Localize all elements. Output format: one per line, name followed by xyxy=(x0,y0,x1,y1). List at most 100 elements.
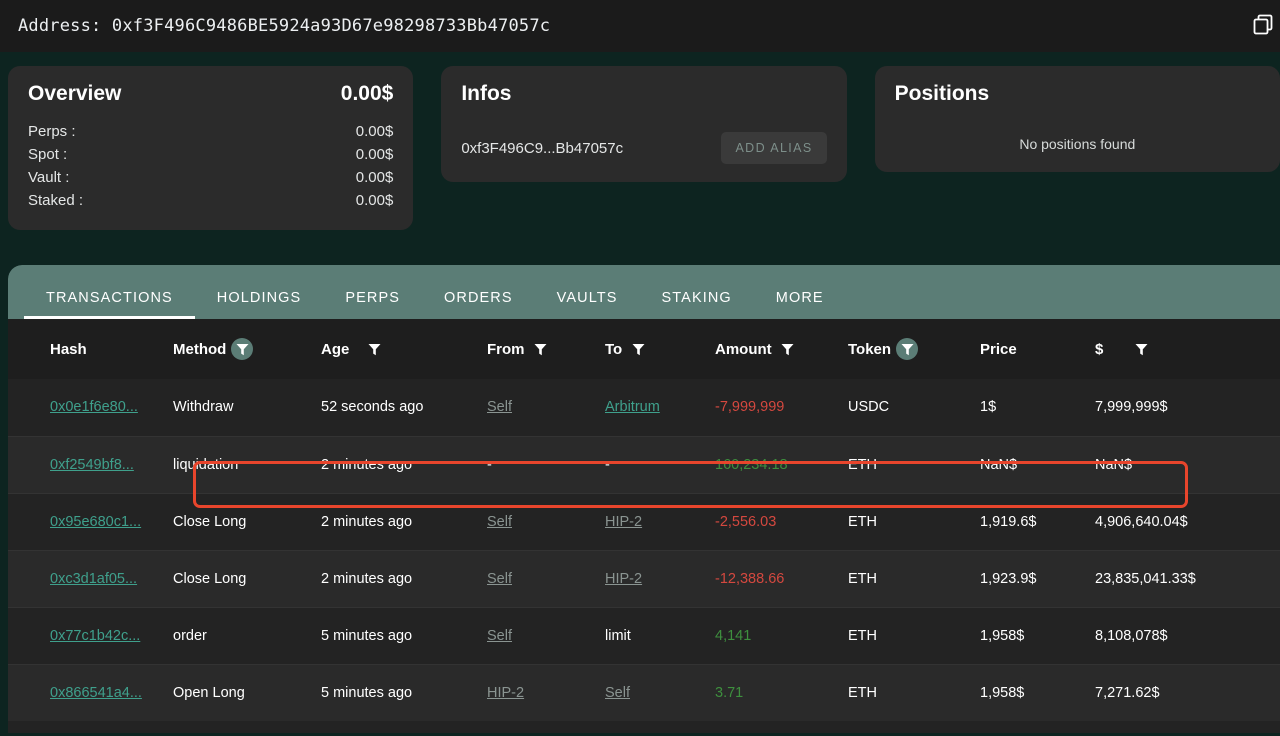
infos-address-short: 0xf3F496C9...Bb47057c xyxy=(461,139,624,157)
overview-row-spot-label: Spot : xyxy=(28,146,68,163)
cell-usd: 23,835,041.33$ xyxy=(1095,570,1196,587)
cell-to: limit xyxy=(605,627,631,644)
cell-amount: 160,234.18 xyxy=(715,456,788,473)
col-header-price-label: Price xyxy=(980,340,1017,358)
col-header-usd: $ xyxy=(1095,319,1280,379)
infos-body: 0xf3F496C9...Bb47057c ADD ALIAS xyxy=(461,132,827,164)
positions-card: Positions No positions found xyxy=(874,66,1280,172)
col-header-amount: Amount xyxy=(715,319,848,379)
col-header-token-label: Token xyxy=(848,340,892,358)
cell-to: - xyxy=(605,456,610,473)
tab-holdings[interactable]: HOLDINGS xyxy=(195,290,324,319)
table-row[interactable]: 0x0e1f6e80... Withdraw 52 seconds ago Se… xyxy=(8,379,1280,436)
tab-staking[interactable]: STAKING xyxy=(640,290,754,319)
table-head: Hash Method Age From To Amount Token Pri… xyxy=(8,319,1280,379)
cell-usd: 7,999,999$ xyxy=(1095,399,1168,416)
cell-hash-link[interactable]: 0xf2549bf8... xyxy=(50,457,134,473)
table-row[interactable]: 0xf2549bf8... liquidation 2 minutes ago … xyxy=(8,435,1280,493)
overview-row-vault: Vault : 0.00$ xyxy=(28,166,393,189)
col-header-age-label: Age xyxy=(321,340,350,358)
filter-icon-method[interactable] xyxy=(231,338,254,360)
filter-icon-from[interactable] xyxy=(530,338,552,360)
copy-icon[interactable] xyxy=(1250,11,1276,37)
overview-row-spot-value: 0.00$ xyxy=(355,146,394,163)
cell-hash-link[interactable]: 0xc3d1af05... xyxy=(50,571,137,587)
table-header-row: Hash Method Age From To Amount Token Pri… xyxy=(8,319,1280,379)
filter-icon-to[interactable] xyxy=(627,338,649,360)
cell-from[interactable]: Self xyxy=(487,514,512,530)
cell-price: 1,958$ xyxy=(980,627,1025,644)
overview-title: Overview xyxy=(28,82,122,105)
col-header-from-label: From xyxy=(487,340,525,358)
filter-icon-token[interactable] xyxy=(896,338,919,360)
overview-row-vault-value: 0.00$ xyxy=(355,169,394,186)
cell-from[interactable]: Self xyxy=(487,571,512,587)
cell-to[interactable]: Arbitrum xyxy=(605,399,660,415)
tab-vaults[interactable]: VAULTS xyxy=(535,290,640,319)
cell-token: ETH xyxy=(848,627,877,644)
col-header-from: From xyxy=(487,319,605,379)
cell-from[interactable]: Self xyxy=(487,399,512,415)
overview-row-staked: Staked : 0.00$ xyxy=(28,189,393,212)
table-row[interactable]: 0xc3d1af05... Close Long 2 minutes ago S… xyxy=(8,549,1280,607)
cell-to[interactable]: Self xyxy=(605,685,630,701)
cell-amount: -12,388.66 xyxy=(715,570,785,587)
tab-more[interactable]: MORE xyxy=(754,290,846,319)
overview-row-perps-label: Perps : xyxy=(28,123,76,140)
col-header-price: Price xyxy=(980,319,1095,379)
cell-price: 1$ xyxy=(980,399,997,416)
cell-age: 2 minutes ago xyxy=(321,456,413,473)
table-row[interactable]: 0x95e680c1... Close Long 2 minutes ago S… xyxy=(8,492,1280,550)
cell-usd: 7,271.62$ xyxy=(1095,684,1160,701)
address-label-text: Address: xyxy=(18,16,102,36)
cell-method: Close Long xyxy=(173,570,247,587)
cell-to[interactable]: HIP-2 xyxy=(605,514,642,530)
cell-hash-link[interactable]: 0x95e680c1... xyxy=(50,514,141,530)
col-header-hash-label: Hash xyxy=(50,340,87,358)
cell-token: ETH xyxy=(848,684,877,701)
col-header-amount-label: Amount xyxy=(715,340,772,358)
table-row[interactable]: 0x866541a4... Open Long 5 minutes ago HI… xyxy=(8,663,1280,721)
cell-hash-link[interactable]: 0x866541a4... xyxy=(50,685,142,701)
tab-bar: TRANSACTIONS HOLDINGS PERPS ORDERS VAULT… xyxy=(8,265,1280,319)
overview-row-perps-value: 0.00$ xyxy=(355,123,394,140)
col-header-token: Token xyxy=(848,319,980,379)
filter-icon-amount[interactable] xyxy=(777,338,799,360)
cell-token: ETH xyxy=(848,570,877,587)
address-label: Address: 0xf3F496C9486BE5924a93D67e98298… xyxy=(18,16,550,36)
cell-token: USDC xyxy=(848,399,890,416)
overview-header: Overview 0.00$ xyxy=(28,82,393,106)
cell-from[interactable]: HIP-2 xyxy=(487,685,524,701)
cell-hash-link[interactable]: 0x77c1b42c... xyxy=(50,628,140,644)
col-header-method: Method xyxy=(173,319,321,379)
table-row[interactable]: 0x77c1b42c... order 5 minutes ago Self l… xyxy=(8,606,1280,664)
transactions-table: Hash Method Age From To Amount Token Pri… xyxy=(8,319,1280,721)
cell-usd: 4,906,640.04$ xyxy=(1095,513,1188,530)
address-bar: Address: 0xf3F496C9486BE5924a93D67e98298… xyxy=(0,0,1280,52)
tab-orders[interactable]: ORDERS xyxy=(422,290,535,319)
filter-icon-age[interactable] xyxy=(363,338,385,360)
cell-hash-link[interactable]: 0x0e1f6e80... xyxy=(50,399,138,415)
transactions-table-wrapper: Hash Method Age From To Amount Token Pri… xyxy=(8,319,1280,733)
infos-title: Infos xyxy=(461,82,512,105)
cell-amount: -7,999,999 xyxy=(715,399,785,416)
cell-method: liquidation xyxy=(173,456,239,473)
cell-token: ETH xyxy=(848,513,877,530)
overview-row-spot: Spot : 0.00$ xyxy=(28,143,393,166)
tab-perps[interactable]: PERPS xyxy=(323,290,422,319)
cell-to[interactable]: HIP-2 xyxy=(605,571,642,587)
cell-method: Open Long xyxy=(173,684,245,701)
cell-from[interactable]: Self xyxy=(487,628,512,644)
cell-age: 2 minutes ago xyxy=(321,513,413,530)
filter-icon-usd[interactable] xyxy=(1130,338,1152,360)
tab-transactions[interactable]: TRANSACTIONS xyxy=(24,290,195,319)
overview-total-value: 0.00$ xyxy=(340,82,394,105)
overview-row-perps: Perps : 0.00$ xyxy=(28,120,393,143)
cell-amount: 3.71 xyxy=(715,684,744,701)
positions-title: Positions xyxy=(894,82,990,105)
cell-price: 1,958$ xyxy=(980,684,1025,701)
col-header-usd-label: $ xyxy=(1095,340,1104,358)
add-alias-button[interactable]: ADD ALIAS xyxy=(721,132,827,164)
overview-row-staked-label: Staked : xyxy=(28,192,84,209)
col-header-to: To xyxy=(605,319,715,379)
